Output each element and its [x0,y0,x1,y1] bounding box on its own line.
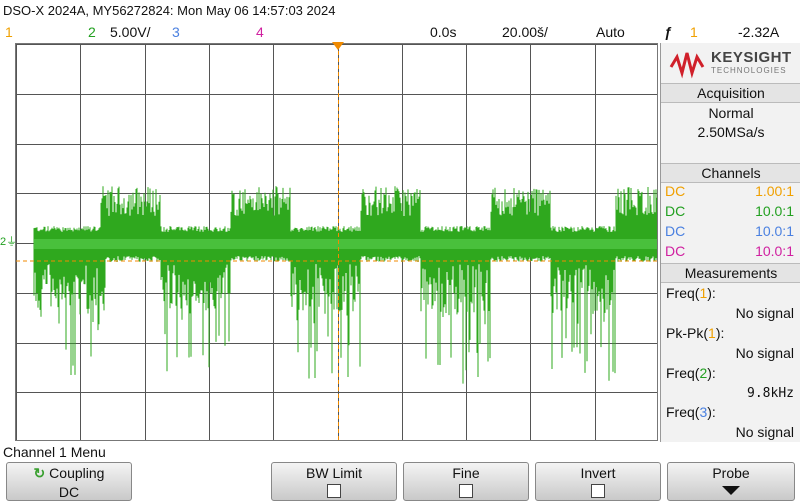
trace-center-band [34,239,657,249]
rotate-knob-icon: ↻ [33,465,46,481]
time-delay: 0.0s [430,24,457,40]
keysight-wave-icon [669,52,705,79]
ch4-coupling: DC [665,243,686,259]
ch3-probe: 10.0:1 [755,223,794,239]
status-row: 1 2 5.00V/ 3 4 0.0s 20.00š/ Auto ƒ 1 -2.… [0,22,800,42]
fine-softkey[interactable]: Fine [403,462,529,501]
side-panel: KEYSIGHT TECHNOLOGIES Acquisition Normal… [660,43,800,442]
ch2-coupling: DC [665,203,686,219]
bw-limit-softkey[interactable]: BW Limit [271,462,397,501]
meas-1-value: No signal [735,305,794,321]
channels-heading: Channels [661,163,800,183]
meas-1-channel: 1 [699,285,708,301]
time-scale: 20.00š/ [502,24,548,40]
coupling-label: ↻ Coupling [7,465,131,482]
trigger-level: -2.32A [738,24,780,40]
meas-2-label: Pk-Pk [666,325,704,341]
channel-4-indicator[interactable]: 4 [256,24,264,40]
meas-4-channel: 3 [699,404,708,420]
acquisition-mode: Normal [708,105,754,121]
coupling-label-text: Coupling [49,465,105,481]
keysight-logo: KEYSIGHT TECHNOLOGIES [669,49,794,79]
coupling-value: DC [58,484,80,500]
probe-softkey[interactable]: Probe [667,462,795,501]
bw-limit-checkbox[interactable] [327,484,341,498]
ground-icon: ⏚ [6,236,18,248]
meas-4-name: Freq(3): [666,404,716,420]
logo-sub: TECHNOLOGIES [711,66,787,75]
channel-3-indicator[interactable]: 3 [172,24,180,40]
channel-1-indicator[interactable]: 1 [5,24,13,40]
channel-2-scale: 5.00V/ [110,24,151,40]
acquisition-heading: Acquisition [661,83,800,103]
meas-2-value: No signal [735,345,794,361]
ch4-probe: 10.0:1 [755,243,794,259]
logo-brand: KEYSIGHT [711,49,792,66]
probe-label: Probe [712,465,750,481]
fine-checkbox[interactable] [459,484,473,498]
meas-4-label: Freq [666,404,695,420]
channel-2-trace [33,186,657,384]
instrument-title: DSO-X 2024A, MY56272824: Mon May 06 14:5… [3,3,336,18]
trigger-channel: 1 [690,24,698,40]
bw-limit-label: BW Limit [306,465,362,481]
meas-1-label: Freq [666,285,695,301]
meas-2-channel: 1 [708,325,716,341]
channel-2-indicator[interactable]: 2 [88,24,96,40]
trigger-edge-icon: ƒ [664,24,672,40]
meas-3-value: 9.8kHz [747,386,794,401]
trigger-mode: Auto [596,24,625,40]
ch2-probe: 10.0:1 [755,203,794,219]
coupling-softkey[interactable]: ↻ Coupling DC [6,462,132,501]
invert-softkey[interactable]: Invert [535,462,661,501]
trigger-position-marker-icon[interactable] [332,42,344,50]
meas-3-label: Freq [666,365,695,381]
meas-1-name: Freq(1): [666,285,716,301]
meas-3-name: Freq(2): [666,365,716,381]
arrow-down-icon [722,486,740,495]
invert-label: Invert [580,465,616,481]
ch2-ground-marker[interactable]: 2⏚ [0,233,17,249]
title-bar: DSO-X 2024A, MY56272824: Mon May 06 14:5… [0,0,800,22]
meas-4-value: No signal [735,424,794,440]
meas-3-channel: 2 [699,365,708,381]
fine-label: Fine [452,465,480,481]
waveform-display[interactable] [15,43,658,441]
meas-2-name: Pk-Pk(1): [666,325,725,341]
ch3-coupling: DC [665,223,686,239]
acquisition-rate: 2.50MSa/s [697,124,765,140]
ch1-probe: 1.00:1 [755,183,794,199]
invert-checkbox[interactable] [591,484,605,498]
channel-menu-title: Channel 1 Menu [3,444,106,460]
measurements-heading: Measurements [661,263,800,283]
graticule [16,44,657,440]
ch1-coupling: DC [665,183,686,199]
